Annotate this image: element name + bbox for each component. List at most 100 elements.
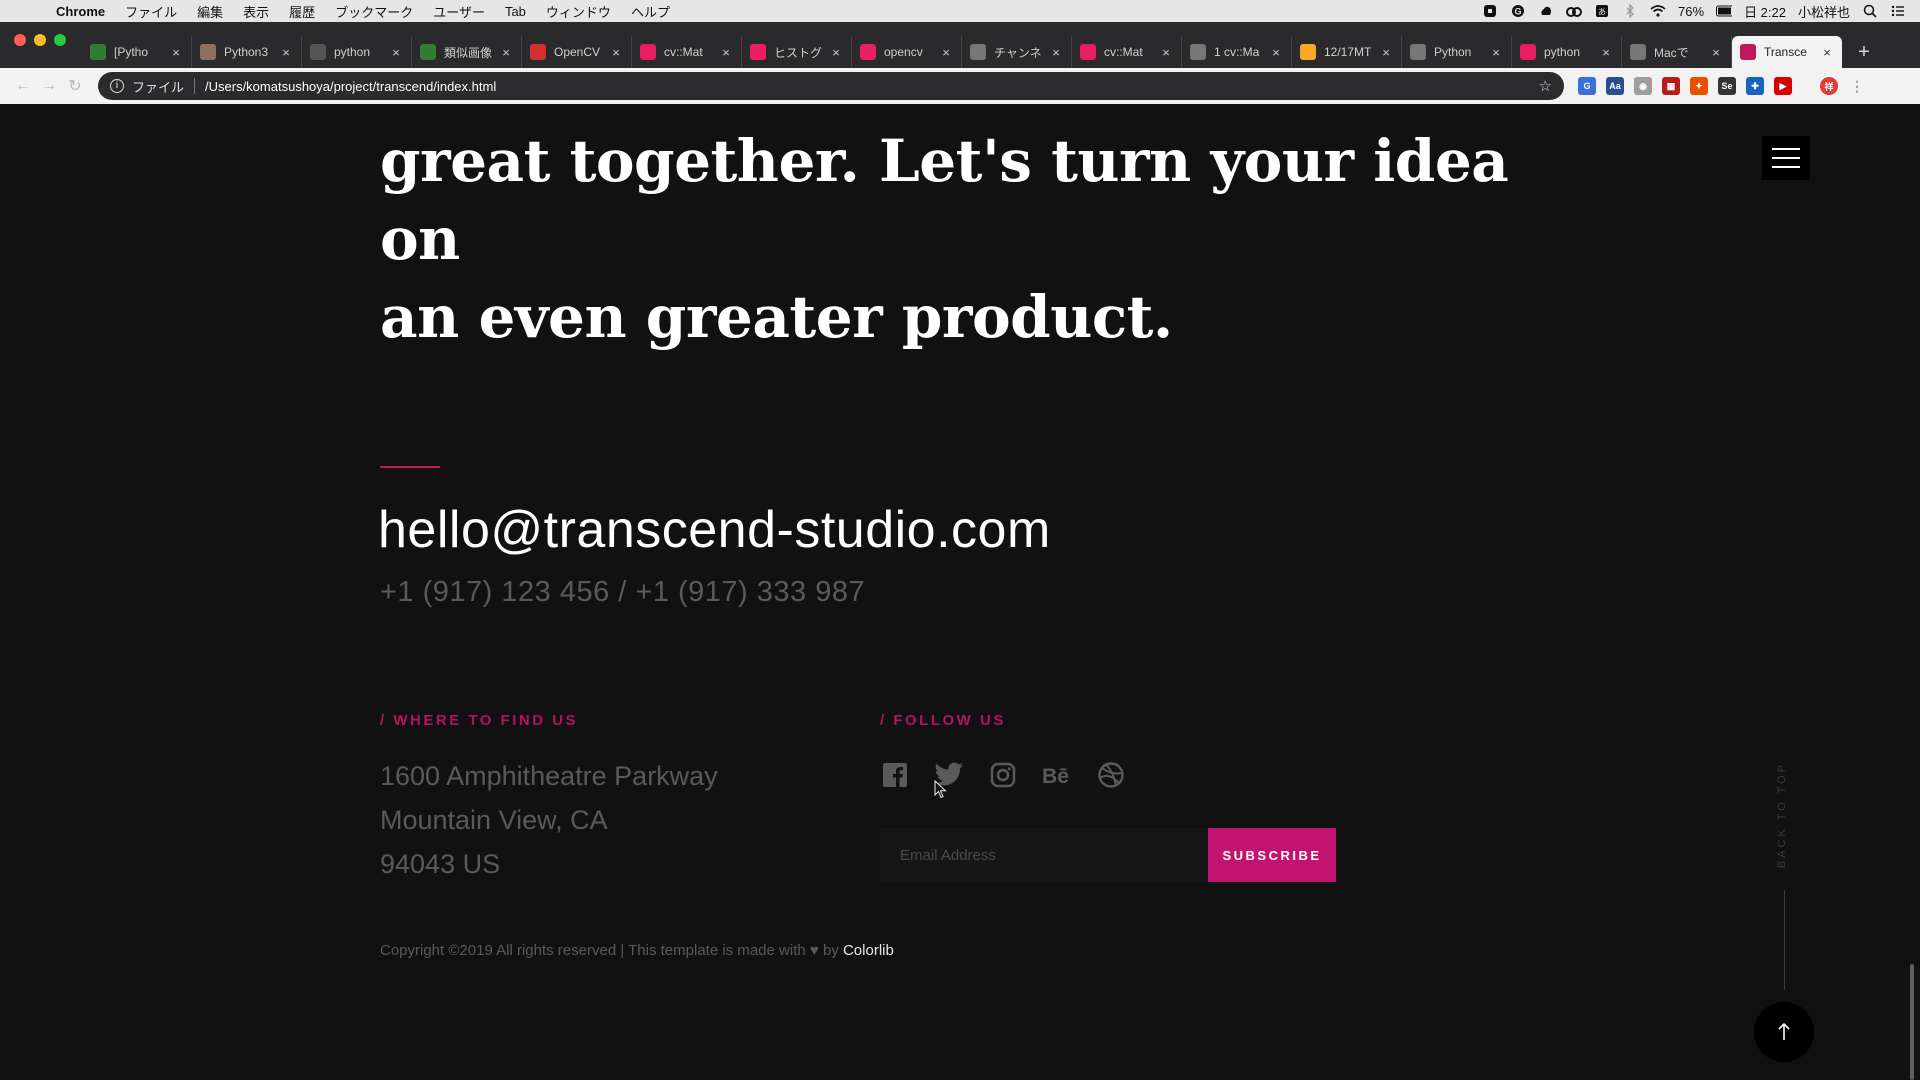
copyright-by: by <box>822 942 839 959</box>
off-extension-icon[interactable]: ▦ <box>1662 77 1680 95</box>
tab-close-icon[interactable]: × <box>1269 45 1283 60</box>
menu-tab[interactable]: Tab <box>505 4 526 19</box>
tab-close-icon[interactable]: × <box>169 45 183 60</box>
subscribe-button[interactable]: SUBSCRIBE <box>1208 828 1336 882</box>
new-tab-button[interactable]: + <box>1850 38 1878 66</box>
close-window-button[interactable] <box>14 34 26 46</box>
behance-icon[interactable]: Bē <box>1042 760 1072 790</box>
url-separator <box>194 78 196 94</box>
tab-close-icon[interactable]: × <box>1049 45 1063 60</box>
browser-tab[interactable]: python × <box>302 36 412 68</box>
translate-extension-icon[interactable]: G <box>1578 77 1596 95</box>
back-to-top-button[interactable] <box>1754 1002 1814 1062</box>
tab-label: Macで <box>1654 45 1689 60</box>
browser-tab[interactable]: Python3 × <box>192 36 302 68</box>
page-scrollbar[interactable] <box>1910 964 1914 1080</box>
minimize-window-button[interactable] <box>34 34 46 46</box>
tab-close-icon[interactable]: × <box>1599 45 1613 60</box>
browser-tab[interactable]: 12/17MT × <box>1292 36 1402 68</box>
browser-tab[interactable]: Transce × <box>1732 36 1842 68</box>
tab-close-icon[interactable]: × <box>499 45 513 60</box>
contact-email-link[interactable]: hello@transcend-studio.com <box>378 500 1051 560</box>
menu-users[interactable]: ユーザー <box>433 2 485 21</box>
browser-tab[interactable]: Python × <box>1402 36 1512 68</box>
bookmark-star-icon[interactable]: ☆ <box>1539 77 1552 95</box>
tab-close-icon[interactable]: × <box>279 45 293 60</box>
back-icon[interactable]: ← <box>10 77 36 95</box>
tab-label: Python <box>1434 45 1472 59</box>
menu-history[interactable]: 履歴 <box>289 2 315 21</box>
browser-tab[interactable]: チャンネ × <box>962 36 1072 68</box>
menu-app-name[interactable]: Chrome <box>56 4 105 19</box>
svg-text:G: G <box>1515 7 1522 17</box>
creative-cloud-icon[interactable] <box>1566 4 1583 18</box>
battery-percent: 76% <box>1678 3 1705 19</box>
tab-close-icon[interactable]: × <box>1489 45 1503 60</box>
colorlib-link[interactable]: Colorlib <box>843 942 894 959</box>
tab-close-icon[interactable]: × <box>1379 45 1393 60</box>
forward-icon[interactable]: → <box>36 77 62 95</box>
dictionary-extension-icon[interactable]: Aa <box>1606 77 1624 95</box>
bluetooth-icon[interactable] <box>1622 4 1638 18</box>
back-to-top-label[interactable]: BACK TO TOP <box>1772 762 1792 874</box>
input-method-icon[interactable]: あ <box>1594 4 1610 18</box>
facebook-icon[interactable] <box>880 760 910 790</box>
browser-tab[interactable]: 1 cv::Ma × <box>1182 36 1292 68</box>
fullscreen-window-button[interactable] <box>54 34 66 46</box>
selenium-extension-icon[interactable]: Se <box>1718 77 1736 95</box>
browser-tab[interactable]: cv::Mat × <box>1072 36 1182 68</box>
tab-close-icon[interactable]: × <box>939 45 953 60</box>
menu-file[interactable]: ファイル <box>125 2 177 21</box>
address-bar[interactable]: i ファイル /Users/komatsushoya/project/trans… <box>98 72 1564 100</box>
menu-view[interactable]: 表示 <box>243 2 269 21</box>
browser-tab[interactable]: [Pytho × <box>82 36 192 68</box>
info-icon[interactable]: i <box>110 79 124 93</box>
instagram-icon[interactable] <box>988 760 1018 790</box>
qiita-icon <box>750 44 766 60</box>
metamask-extension-icon[interactable]: ✦ <box>1690 77 1708 95</box>
menu-bookmarks[interactable]: ブックマーク <box>335 2 413 21</box>
profile-avatar[interactable]: 祥 <box>1820 77 1838 95</box>
grammarly-icon[interactable]: G <box>1510 4 1526 18</box>
youtube-extension-icon[interactable]: ▶ <box>1774 77 1792 95</box>
browser-tab[interactable]: OpenCV × <box>522 36 632 68</box>
tab-close-icon[interactable]: × <box>829 45 843 60</box>
browser-tab[interactable]: cv::Mat × <box>632 36 742 68</box>
t-icon <box>1740 44 1756 60</box>
user-name[interactable]: 小松祥也 <box>1798 2 1850 21</box>
battery-icon[interactable] <box>1716 4 1733 18</box>
tab-close-icon[interactable]: × <box>389 45 403 60</box>
tab-close-icon[interactable]: × <box>1820 45 1834 60</box>
record-icon[interactable] <box>1482 4 1498 18</box>
notification-center-icon[interactable] <box>1890 4 1906 18</box>
wifi-icon[interactable] <box>1650 4 1666 18</box>
browser-tab[interactable]: ヒストグ × <box>742 36 852 68</box>
clock[interactable]: 日 2:22 <box>1744 2 1786 21</box>
apple-icon <box>1630 44 1646 60</box>
browser-tab[interactable]: 類似画像 × <box>412 36 522 68</box>
newsletter-email-input[interactable] <box>880 828 1208 882</box>
copyright-notice: Copyright ©2019 All rights reserved | Th… <box>380 942 894 959</box>
blue-extension-icon[interactable]: ✚ <box>1746 77 1764 95</box>
menu-edit[interactable]: 編集 <box>197 2 223 21</box>
spotlight-search-icon[interactable] <box>1862 4 1878 18</box>
arrow-up-icon <box>1778 1022 1790 1040</box>
tab-close-icon[interactable]: × <box>1159 45 1173 60</box>
svg-text:Bē: Bē <box>1042 765 1069 787</box>
reload-icon[interactable]: ↻ <box>62 76 88 96</box>
dribbble-icon[interactable] <box>1096 760 1126 790</box>
chrome-menu-icon[interactable]: ⋮ <box>1848 77 1866 95</box>
browser-tab[interactable]: python × <box>1512 36 1622 68</box>
browser-tab[interactable]: Macで × <box>1622 36 1732 68</box>
camera-extension-icon[interactable]: ◉ <box>1634 77 1652 95</box>
tab-close-icon[interactable]: × <box>609 45 623 60</box>
url-text[interactable]: /Users/komatsushoya/project/transcend/in… <box>205 79 1539 94</box>
tab-close-icon[interactable]: × <box>1709 45 1723 60</box>
where-to-find-us-label: / WHERE TO FIND US <box>380 712 579 729</box>
hamburger-menu-button[interactable] <box>1762 136 1810 180</box>
menu-help[interactable]: ヘルプ <box>631 2 670 21</box>
menu-window[interactable]: ウィンドウ <box>546 2 611 21</box>
tab-close-icon[interactable]: × <box>719 45 733 60</box>
browser-tab[interactable]: opencv × <box>852 36 962 68</box>
cloud-app-icon[interactable] <box>1538 4 1554 18</box>
